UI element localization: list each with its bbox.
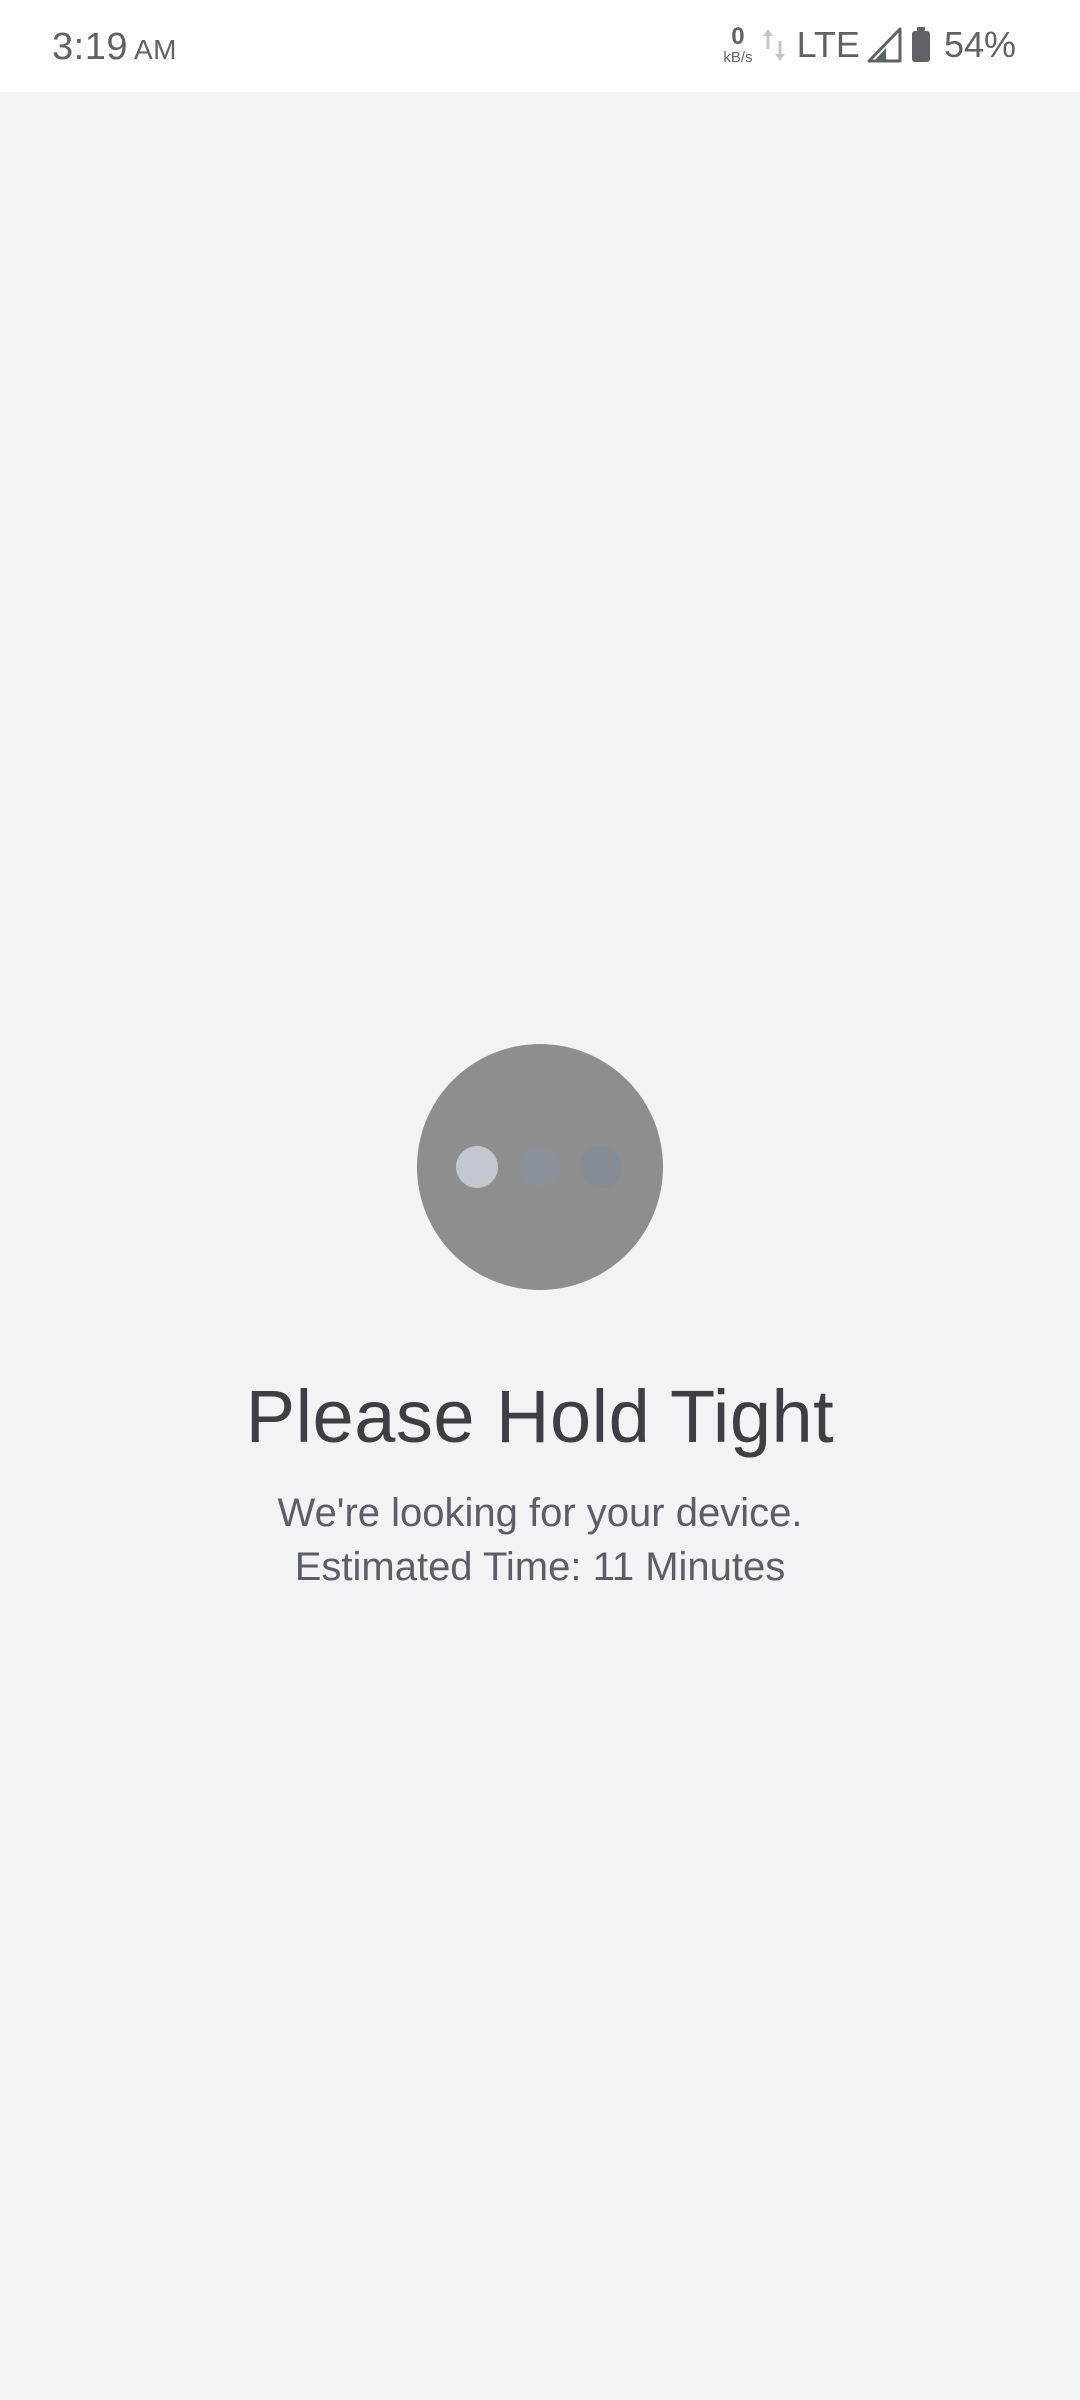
- status-message: We're looking for your device. Estimated…: [0, 1486, 1080, 1594]
- page-title: Please Hold Tight: [245, 1375, 835, 1458]
- network-speed-value: 0: [731, 23, 745, 50]
- loading-dot-2: [519, 1146, 561, 1188]
- loading-dot-1: [456, 1146, 498, 1188]
- data-transfer-arrows-icon: [761, 25, 787, 65]
- signal-icon: [866, 26, 904, 64]
- estimated-time-text: Estimated Time: 11 Minutes: [294, 1545, 786, 1589]
- status-bar: 3:19 AM 0 kB/s LTE 54%: [0, 0, 1080, 92]
- main-content: Please Hold Tight We're looking for your…: [0, 92, 1080, 2400]
- status-message-line-1: We're looking for your device.: [277, 1491, 803, 1535]
- battery-percent: 54%: [943, 24, 1016, 65]
- network-type-label: LTE: [796, 24, 860, 65]
- network-speed-unit: kB/s: [723, 49, 753, 66]
- loading-indicator: [417, 1044, 663, 1290]
- battery-icon: [910, 26, 932, 64]
- network-speed: 0 kB/s: [723, 23, 753, 66]
- loading-dot-3: [580, 1146, 622, 1188]
- status-time: 3:19 AM: [52, 26, 177, 69]
- status-time-value: 3:19: [52, 26, 128, 68]
- status-time-ampm: AM: [133, 34, 177, 65]
- status-icons: 0 kB/s LTE 54%: [723, 20, 1016, 70]
